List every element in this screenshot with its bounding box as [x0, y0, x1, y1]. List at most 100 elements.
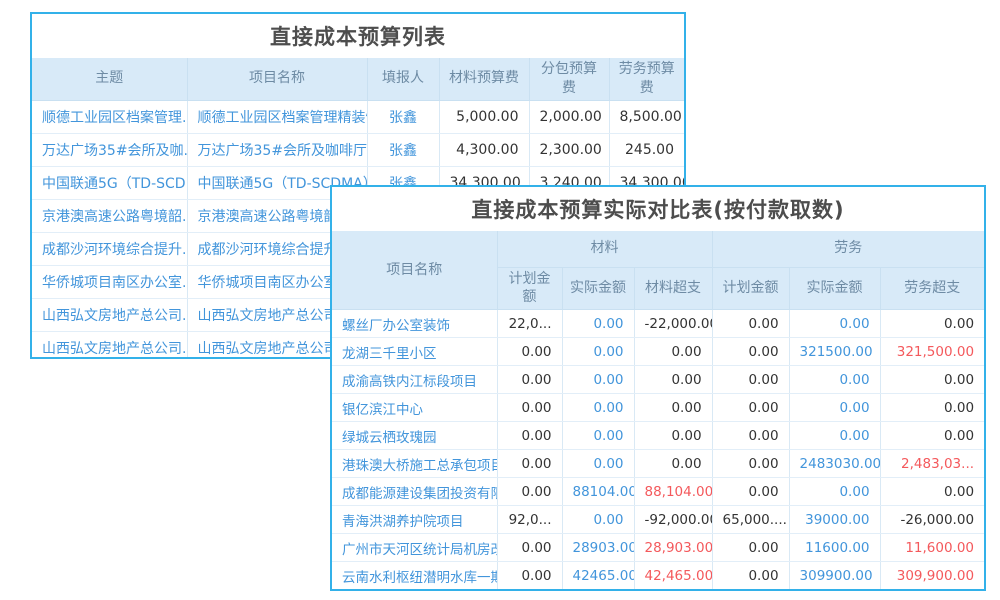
project-link[interactable]: 万达广场35#会所及咖啡厅空...	[187, 133, 367, 166]
table-row: 螺丝厂办公室装饰22,0...0.00-22,000.000.000.000.0…	[332, 310, 984, 338]
labor-overrun-value: 0.00	[880, 422, 984, 450]
subject-link[interactable]: 京港澳高速公路粤境韶...	[32, 199, 187, 232]
material-overrun-value: 0.00	[634, 394, 712, 422]
material-overrun-value: 0.00	[634, 450, 712, 478]
project-name-link[interactable]: 绿城云栖玫瑰园	[332, 422, 497, 450]
labor-actual-value[interactable]: 0.00	[789, 394, 880, 422]
material-actual-value[interactable]: 88104.00	[562, 478, 634, 506]
subject-link[interactable]: 顺德工业园区档案管理...	[32, 100, 187, 133]
material-plan-value: 0.00	[497, 534, 562, 562]
column-header-reporter: 填报人	[367, 58, 439, 100]
project-name-link[interactable]: 云南水利枢纽潜明水库一期工	[332, 562, 497, 590]
table-row: 龙湖三千里小区0.000.000.000.00321500.00321,500.…	[332, 338, 984, 366]
subject-link[interactable]: 山西弘文房地产总公司...	[32, 298, 187, 331]
project-name-link[interactable]: 港珠澳大桥施工总承包项目	[332, 450, 497, 478]
material-plan-value: 0.00	[497, 338, 562, 366]
material-plan-value: 22,0...	[497, 310, 562, 338]
table-row: 银亿滨江中心0.000.000.000.000.000.00	[332, 394, 984, 422]
table-row: 成都能源建设集团投资有限公0.0088104.0088,104.000.000.…	[332, 478, 984, 506]
labor-overrun-value: 321,500.00	[880, 338, 984, 366]
budget-list-title: 直接成本预算列表	[32, 14, 684, 58]
column-header-project-name: 项目名称	[332, 231, 497, 310]
column-header-labor: 劳务预算费	[609, 58, 684, 100]
subcontract-budget-value: 2,300.00	[529, 133, 609, 166]
table-row: 成渝高铁内江标段项目0.000.000.000.000.000.00	[332, 366, 984, 394]
material-actual-value[interactable]: 0.00	[562, 506, 634, 534]
reporter-link[interactable]: 张鑫	[367, 133, 439, 166]
project-name-link[interactable]: 广州市天河区统计局机房改造	[332, 534, 497, 562]
table-row: 顺德工业园区档案管理...顺德工业园区档案管理精装饰...张鑫5,000.002…	[32, 100, 684, 133]
subject-link[interactable]: 山西弘文房地产总公司...	[32, 331, 187, 359]
project-name-link[interactable]: 龙湖三千里小区	[332, 338, 497, 366]
labor-actual-value[interactable]: 0.00	[789, 310, 880, 338]
labor-plan-value: 0.00	[712, 478, 789, 506]
material-actual-value[interactable]: 0.00	[562, 422, 634, 450]
material-actual-value[interactable]: 0.00	[562, 366, 634, 394]
table-row: 青海洪湖养护院项目92,0...0.00-92,000.0065,000....…	[332, 506, 984, 534]
column-header-project: 项目名称	[187, 58, 367, 100]
material-budget-value: 5,000.00	[439, 100, 529, 133]
column-header-material-plan: 计划金额	[497, 267, 562, 310]
labor-plan-value: 0.00	[712, 534, 789, 562]
project-name-link[interactable]: 银亿滨江中心	[332, 394, 497, 422]
labor-plan-value: 0.00	[712, 366, 789, 394]
project-name-link[interactable]: 成都能源建设集团投资有限公	[332, 478, 497, 506]
material-plan-value: 0.00	[497, 422, 562, 450]
column-header-labor-overrun: 劳务超支	[880, 267, 984, 310]
labor-budget-value: 245.00	[609, 133, 684, 166]
material-plan-value: 92,0...	[497, 506, 562, 534]
material-overrun-value: -92,000.00	[634, 506, 712, 534]
subject-link[interactable]: 成都沙河环境综合提升...	[32, 232, 187, 265]
table-row: 万达广场35#会所及咖...万达广场35#会所及咖啡厅空...张鑫4,300.0…	[32, 133, 684, 166]
labor-actual-value[interactable]: 309900.00	[789, 562, 880, 590]
project-name-link[interactable]: 螺丝厂办公室装饰	[332, 310, 497, 338]
material-overrun-value: 88,104.00	[634, 478, 712, 506]
group-header-material: 材料	[497, 231, 712, 267]
labor-plan-value: 0.00	[712, 422, 789, 450]
labor-actual-value[interactable]: 0.00	[789, 478, 880, 506]
material-overrun-value: -22,000.00	[634, 310, 712, 338]
group-header-labor: 劳务	[712, 231, 984, 267]
material-overrun-value: 28,903.00	[634, 534, 712, 562]
reporter-link[interactable]: 张鑫	[367, 100, 439, 133]
subject-link[interactable]: 华侨城项目南区办公室...	[32, 265, 187, 298]
project-name-link[interactable]: 成渝高铁内江标段项目	[332, 366, 497, 394]
labor-actual-value[interactable]: 11600.00	[789, 534, 880, 562]
comparison-table: 项目名称 材料 劳务 计划金额 实际金额 材料超支 计划金额 实际金额 劳务超支…	[332, 231, 984, 590]
material-actual-value[interactable]: 0.00	[562, 394, 634, 422]
column-header-labor-plan: 计划金额	[712, 267, 789, 310]
labor-plan-value: 65,000....	[712, 506, 789, 534]
budget-list-header-row: 主题 项目名称 填报人 材料预算费 分包预算费 劳务预算费	[32, 58, 684, 100]
project-link[interactable]: 顺德工业园区档案管理精装饰...	[187, 100, 367, 133]
column-header-subject: 主题	[32, 58, 187, 100]
labor-actual-value[interactable]: 39000.00	[789, 506, 880, 534]
subject-link[interactable]: 中国联通5G（TD-SCD...	[32, 166, 187, 199]
material-actual-value[interactable]: 28903.00	[562, 534, 634, 562]
table-row: 港珠澳大桥施工总承包项目0.000.000.000.002483030.002,…	[332, 450, 984, 478]
subcontract-budget-value: 2,000.00	[529, 100, 609, 133]
column-header-labor-actual: 实际金额	[789, 267, 880, 310]
labor-actual-value[interactable]: 0.00	[789, 422, 880, 450]
material-plan-value: 0.00	[497, 562, 562, 590]
labor-overrun-value: 11,600.00	[880, 534, 984, 562]
labor-plan-value: 0.00	[712, 338, 789, 366]
labor-overrun-value: 309,900.00	[880, 562, 984, 590]
labor-plan-value: 0.00	[712, 310, 789, 338]
material-plan-value: 0.00	[497, 366, 562, 394]
column-header-subcontract: 分包预算费	[529, 58, 609, 100]
material-actual-value[interactable]: 42465.00	[562, 562, 634, 590]
labor-actual-value[interactable]: 2483030.00	[789, 450, 880, 478]
comparison-body: 螺丝厂办公室装饰22,0...0.00-22,000.000.000.000.0…	[332, 310, 984, 590]
material-overrun-value: 42,465.00	[634, 562, 712, 590]
material-actual-value[interactable]: 0.00	[562, 450, 634, 478]
labor-actual-value[interactable]: 0.00	[789, 366, 880, 394]
column-header-material: 材料预算费	[439, 58, 529, 100]
material-actual-value[interactable]: 0.00	[562, 338, 634, 366]
labor-overrun-value: 0.00	[880, 310, 984, 338]
labor-actual-value[interactable]: 321500.00	[789, 338, 880, 366]
table-row: 绿城云栖玫瑰园0.000.000.000.000.000.00	[332, 422, 984, 450]
subject-link[interactable]: 万达广场35#会所及咖...	[32, 133, 187, 166]
material-actual-value[interactable]: 0.00	[562, 310, 634, 338]
project-name-link[interactable]: 青海洪湖养护院项目	[332, 506, 497, 534]
comparison-card: 直接成本预算实际对比表(按付款取数) 项目名称 材料 劳务 计划金额 实际金额 …	[330, 185, 986, 591]
